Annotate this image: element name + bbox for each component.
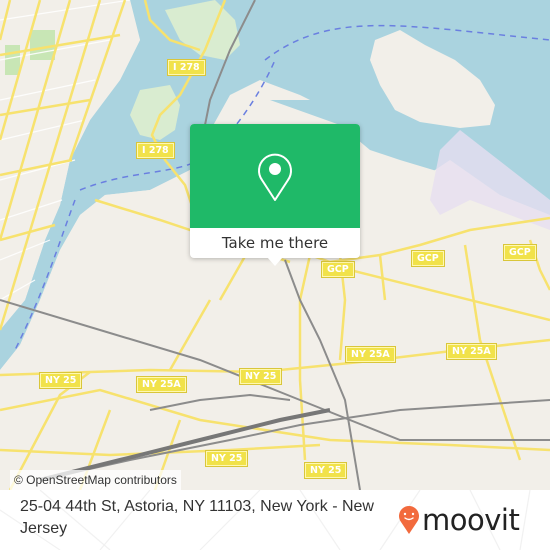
- route-shield-ny25a: NY 25A: [446, 343, 497, 360]
- route-shield-gcp: GCP: [321, 261, 355, 278]
- route-shield-i278: I 278: [167, 59, 206, 76]
- popup-header: [190, 124, 360, 228]
- route-shield-gcp: GCP: [503, 244, 537, 261]
- route-shield-gcp: GCP: [411, 250, 445, 267]
- location-popup[interactable]: Take me there: [190, 124, 360, 266]
- map[interactable]: I 278 I 278 GCP GCP GCP NY 25 NY 25A NY …: [0, 0, 550, 490]
- moovit-wordmark: moovit: [422, 503, 520, 537]
- route-shield-ny25: NY 25: [238, 368, 283, 385]
- moovit-logo[interactable]: moovit: [398, 500, 520, 540]
- moovit-pin-icon: [399, 506, 419, 534]
- map-attribution[interactable]: © OpenStreetMap contributors: [10, 470, 181, 490]
- address-text: 25-04 44th St, Astoria, NY 11103, New Yo…: [20, 498, 374, 537]
- route-shield-ny25: NY 25: [204, 450, 249, 467]
- park: [30, 30, 55, 60]
- map-pin-icon: [258, 153, 292, 201]
- route-shield-ny25: NY 25: [38, 372, 83, 389]
- route-shield-i278: I 278: [136, 142, 175, 159]
- route-shield-ny25a: NY 25A: [136, 376, 187, 393]
- route-shield-ny25: NY 25: [303, 462, 348, 479]
- park: [5, 45, 20, 75]
- take-me-there-button[interactable]: Take me there: [190, 228, 360, 258]
- route-shield-ny25a: NY 25A: [345, 346, 396, 363]
- popup-pointer: [267, 257, 283, 266]
- footer: 25-04 44th St, Astoria, NY 11103, New Yo…: [0, 490, 550, 550]
